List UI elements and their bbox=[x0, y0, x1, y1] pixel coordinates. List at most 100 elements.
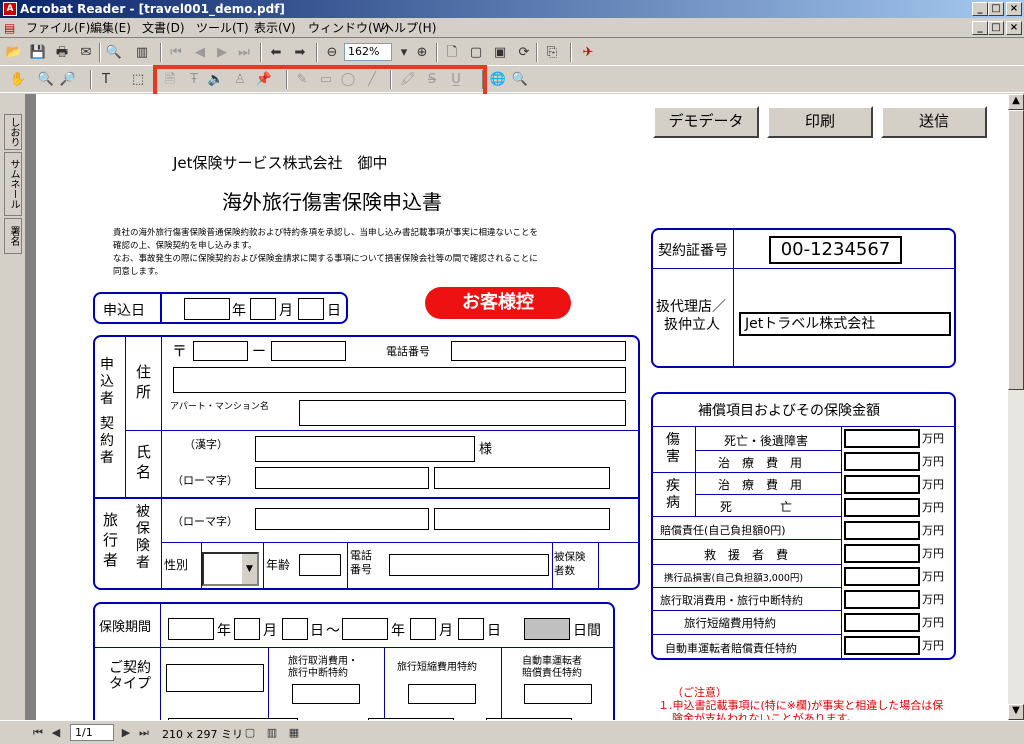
open-icon[interactable]: 📂 bbox=[4, 43, 24, 62]
print-icon[interactable]: 🖶 bbox=[52, 43, 72, 62]
fit-page-icon[interactable]: ▢ bbox=[466, 43, 486, 62]
name-roman-last-input[interactable] bbox=[255, 467, 429, 489]
tab-thumbnails[interactable]: サムネール bbox=[4, 152, 22, 216]
continuous-icon[interactable]: ▥ bbox=[262, 723, 282, 742]
gender-select[interactable]: ▼ bbox=[202, 552, 259, 586]
maximize-button[interactable]: □ bbox=[988, 2, 1004, 16]
demo-data-button[interactable]: デモデータ bbox=[653, 106, 759, 138]
date-year-input[interactable] bbox=[184, 298, 230, 320]
next-page-icon[interactable]: ▶ bbox=[212, 43, 232, 62]
menu-file[interactable]: ファイル(F) bbox=[26, 20, 90, 36]
menu-document[interactable]: 文書(D) bbox=[142, 20, 185, 36]
zoom-out-tool-icon[interactable]: 🔎 bbox=[58, 70, 78, 89]
menu-tools[interactable]: ツール(T) bbox=[196, 20, 249, 36]
zoom-input[interactable]: 162% bbox=[344, 43, 392, 61]
page-number-field[interactable]: 1/1 bbox=[70, 724, 114, 741]
start-day-input[interactable] bbox=[282, 618, 308, 640]
vertical-scrollbar[interactable]: ▲ ▼ bbox=[1008, 94, 1024, 720]
first-page-icon[interactable]: ⏮ bbox=[166, 43, 186, 62]
date-day-input[interactable] bbox=[298, 298, 324, 320]
document-icon[interactable]: ▤ bbox=[4, 20, 15, 36]
dropdown-arrow-icon[interactable]: ▼ bbox=[242, 554, 257, 584]
actual-size-icon[interactable]: 🗋 bbox=[442, 43, 462, 62]
doc-minimize-button[interactable]: _ bbox=[972, 21, 988, 35]
coverage-amount-input[interactable] bbox=[844, 613, 920, 632]
insured-roman-last-input[interactable] bbox=[255, 508, 429, 530]
policy-number-field[interactable]: 00-1234567 bbox=[769, 236, 902, 264]
end-month-input[interactable] bbox=[410, 618, 436, 640]
end-year-input[interactable] bbox=[342, 618, 388, 640]
status-prev-page-icon[interactable]: ◀ bbox=[46, 723, 66, 742]
doc-restore-button[interactable]: □ bbox=[988, 21, 1004, 35]
scroll-down-icon[interactable]: ▼ bbox=[1008, 704, 1024, 720]
cancel-option-input[interactable] bbox=[292, 684, 360, 704]
single-page-icon[interactable]: ▢ bbox=[240, 723, 260, 742]
go-back-icon[interactable]: ⬅ bbox=[266, 43, 286, 62]
scrollbar-thumb[interactable] bbox=[1008, 110, 1024, 390]
apartment-input[interactable] bbox=[299, 400, 626, 426]
extract-icon[interactable]: ⎘ bbox=[542, 43, 562, 62]
coverage-amount-input[interactable] bbox=[844, 452, 920, 471]
menu-window[interactable]: ウィンドウ(W) bbox=[308, 20, 389, 36]
postal-code-2-input[interactable] bbox=[271, 341, 346, 361]
date-month-input[interactable] bbox=[250, 298, 276, 320]
hand-tool-icon[interactable]: ✋ bbox=[8, 70, 28, 89]
status-last-page-icon[interactable]: ⏭ bbox=[134, 723, 154, 742]
email-icon[interactable]: ✉ bbox=[76, 43, 96, 62]
name-roman-first-input[interactable] bbox=[434, 467, 610, 489]
zoom-dropdown-icon[interactable]: ▾ bbox=[394, 43, 414, 62]
coverage-amount-input[interactable] bbox=[844, 636, 920, 655]
scroll-up-icon[interactable]: ▲ bbox=[1008, 94, 1024, 110]
coverage-amount-input[interactable] bbox=[844, 590, 920, 609]
agent-name-field[interactable]: Jetトラベル株式会社 bbox=[739, 312, 951, 336]
save-icon[interactable]: 💾 bbox=[28, 43, 48, 62]
coverage-amount-input[interactable] bbox=[844, 429, 920, 448]
tab-signatures[interactable]: 署名 bbox=[4, 218, 22, 254]
postal-code-1-input[interactable] bbox=[193, 341, 248, 361]
age-input[interactable] bbox=[299, 554, 341, 576]
shorten-option-input[interactable] bbox=[408, 684, 476, 704]
menu-edit[interactable]: 編集(E) bbox=[90, 20, 131, 36]
coverage-amount-input[interactable] bbox=[844, 521, 920, 540]
graphics-select-icon[interactable]: ⬚ bbox=[128, 70, 148, 89]
insured-phone-input[interactable] bbox=[389, 554, 549, 576]
coverage-amount-input[interactable] bbox=[844, 567, 920, 586]
start-year-input[interactable] bbox=[168, 618, 214, 640]
send-button[interactable]: 送信 bbox=[881, 106, 987, 138]
go-forward-icon[interactable]: ➡ bbox=[290, 43, 310, 62]
coverage-amount-input[interactable] bbox=[844, 498, 920, 517]
facing-icon[interactable]: ▦ bbox=[284, 723, 304, 742]
zoom-out-icon[interactable]: ⊖ bbox=[322, 43, 342, 62]
adobe-online-icon[interactable]: ✈ bbox=[578, 43, 598, 62]
start-month-input[interactable] bbox=[234, 618, 260, 640]
find-icon[interactable]: 🔍 bbox=[510, 70, 530, 89]
menu-view[interactable]: 表示(V) bbox=[254, 20, 296, 36]
document-view[interactable]: デモデータ 印刷 送信 Jet保険サービス株式会社 御中 海外旅行傷害保険申込書… bbox=[26, 94, 1008, 720]
coverage-amount-input[interactable] bbox=[844, 475, 920, 494]
insured-roman-first-input[interactable] bbox=[434, 508, 610, 530]
rotate-icon[interactable]: ⟳ bbox=[514, 43, 534, 62]
status-next-page-icon[interactable]: ▶ bbox=[116, 723, 136, 742]
tab-bookmarks[interactable]: しおり bbox=[4, 114, 22, 150]
contract-type-input[interactable] bbox=[166, 664, 264, 692]
doc-close-button[interactable]: × bbox=[1006, 21, 1022, 35]
name-kanji-input[interactable] bbox=[255, 436, 475, 462]
coverage-amount-input[interactable] bbox=[844, 544, 920, 563]
zoom-in-icon[interactable]: ⊕ bbox=[412, 43, 432, 62]
fit-width-icon[interactable]: ▣ bbox=[490, 43, 510, 62]
text-select-icon[interactable]: T bbox=[96, 70, 116, 89]
minimize-button[interactable]: _ bbox=[972, 2, 988, 16]
previous-page-icon[interactable]: ◀ bbox=[190, 43, 210, 62]
zoom-in-tool-icon[interactable]: 🔍 bbox=[36, 70, 56, 89]
address-input[interactable] bbox=[173, 367, 626, 393]
search-icon[interactable]: 🔍 bbox=[104, 43, 124, 62]
last-page-icon[interactable]: ⏭ bbox=[234, 43, 254, 62]
close-button[interactable]: × bbox=[1006, 2, 1022, 16]
web-capture-icon[interactable]: 🌐 bbox=[488, 70, 508, 89]
end-day-input[interactable] bbox=[458, 618, 484, 640]
phone-input[interactable] bbox=[451, 341, 626, 361]
navigation-pane-icon[interactable]: ▥ bbox=[132, 43, 152, 62]
print-button[interactable]: 印刷 bbox=[767, 106, 873, 138]
status-first-page-icon[interactable]: ⏮ bbox=[28, 723, 48, 742]
driver-option-input[interactable] bbox=[524, 684, 592, 704]
